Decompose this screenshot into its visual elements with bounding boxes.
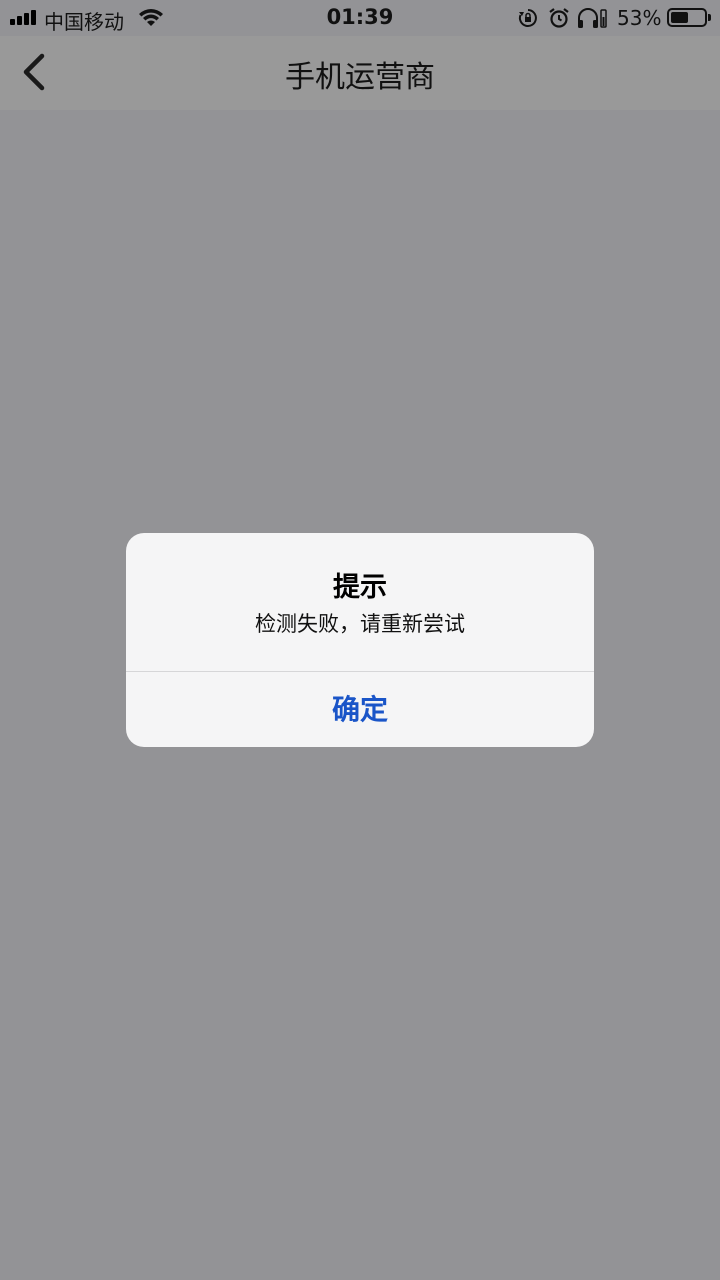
battery-level: [671, 12, 688, 23]
alert-dialog: 提示 检测失败，请重新尝试 确定: [126, 533, 594, 747]
battery-icon: [667, 8, 707, 27]
navigation-bar: 手机运营商: [0, 36, 720, 110]
page-title: 手机运营商: [285, 60, 435, 95]
alert-title: 提示: [333, 572, 387, 603]
rotation-lock-icon: [518, 9, 537, 27]
headphones-icon: [578, 8, 607, 28]
alert-message: 检测失败，请重新尝试: [255, 612, 465, 636]
confirm-button[interactable]: 确定: [126, 672, 594, 747]
battery-cap: [708, 14, 711, 21]
battery-percent: 53%: [617, 6, 662, 30]
screen: 中国移动 01:39 53% 手机运营商 提示 检测失败，请重新尝试 确定: [0, 0, 720, 1280]
alarm-icon: [549, 8, 569, 28]
status-bar: 中国移动 01:39 53%: [0, 0, 720, 36]
clock: 01:39: [326, 5, 394, 29]
